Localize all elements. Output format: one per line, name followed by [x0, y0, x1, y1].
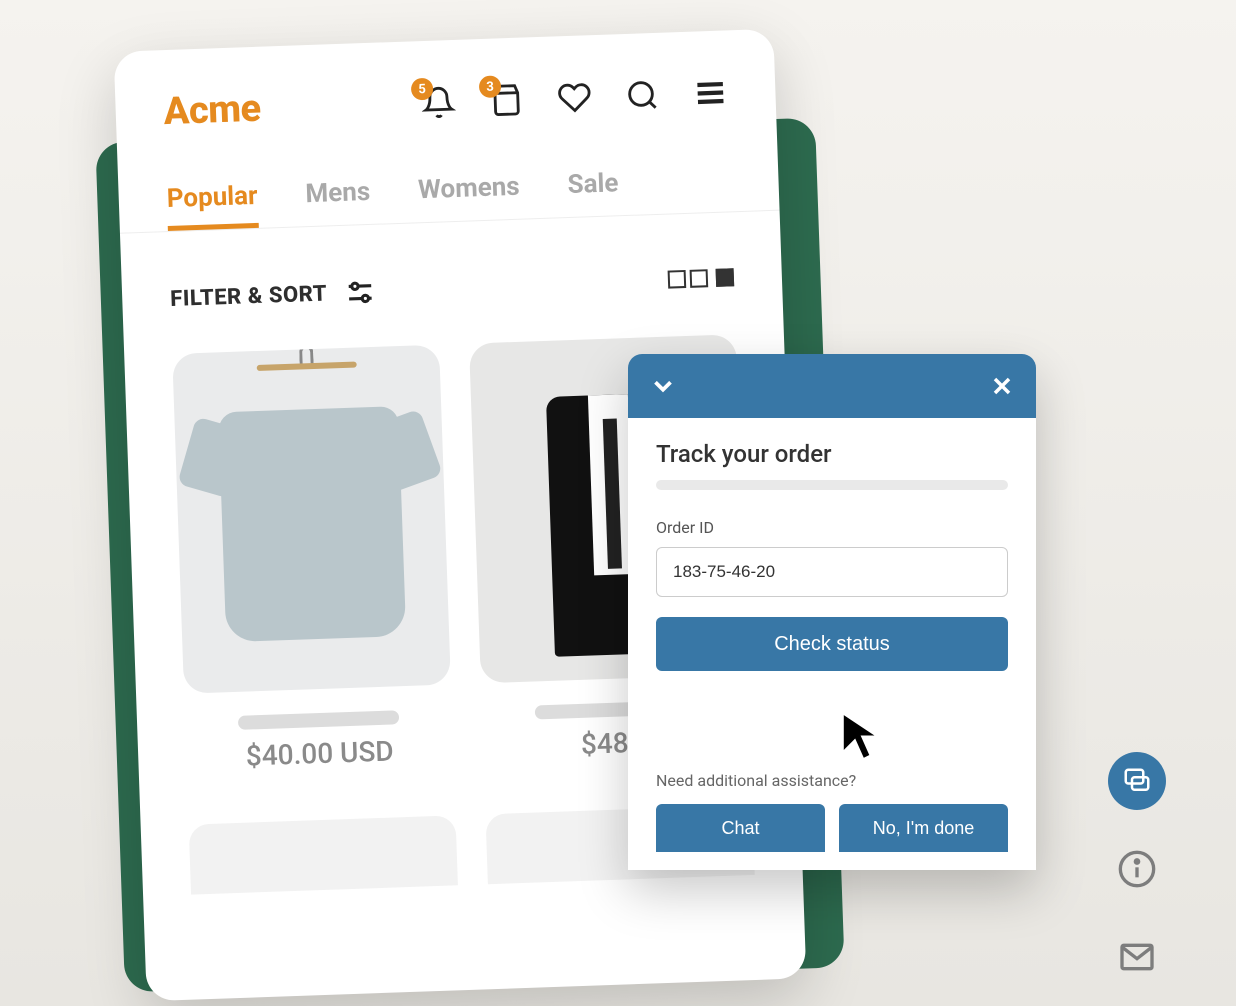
tab-womens[interactable]: Womens — [418, 172, 521, 223]
product-card-placeholder — [189, 815, 458, 894]
chat-widget: Track your order Order ID Check status N… — [628, 354, 1036, 870]
tab-sale[interactable]: Sale — [567, 168, 619, 217]
chevron-down-icon[interactable] — [648, 371, 678, 401]
view-toggle[interactable] — [668, 268, 735, 292]
mail-icon — [1117, 937, 1157, 977]
filter-sort-button[interactable]: FILTER & SORT — [170, 277, 376, 314]
open-chat-fab[interactable] — [1108, 752, 1166, 810]
favorites-button[interactable] — [557, 80, 592, 115]
search-button[interactable] — [625, 78, 660, 113]
tab-popular[interactable]: Popular — [166, 181, 258, 231]
check-status-button[interactable]: Check status — [656, 617, 1008, 671]
search-icon — [625, 78, 660, 113]
assistance-button-row: Chat No, I'm done — [656, 804, 1008, 852]
heart-icon — [557, 80, 592, 115]
product-title-placeholder — [238, 710, 399, 730]
product-card[interactable]: $40.00 USD — [172, 345, 454, 775]
order-id-input[interactable] — [656, 547, 1008, 597]
header-icon-group: 5 3 — [421, 75, 728, 120]
info-icon — [1117, 849, 1157, 889]
mail-fab[interactable] — [1108, 928, 1166, 986]
brand-logo[interactable]: Acme — [163, 87, 261, 134]
info-fab[interactable] — [1108, 840, 1166, 898]
sliders-icon — [345, 277, 376, 308]
done-button[interactable]: No, I'm done — [839, 804, 1008, 852]
chat-header — [628, 354, 1036, 418]
list-view-icon — [716, 268, 735, 291]
assistance-prompt: Need additional assistance? — [656, 771, 1008, 790]
grid-view-icon — [668, 269, 709, 292]
floating-action-buttons — [1108, 752, 1166, 986]
menu-button[interactable] — [693, 75, 728, 110]
chat-body: Track your order Order ID Check status N… — [628, 418, 1036, 870]
chat-button[interactable]: Chat — [656, 804, 825, 852]
chat-bubble-icon — [1122, 766, 1152, 796]
product-image — [172, 345, 451, 694]
chat-title: Track your order — [656, 440, 1008, 468]
tab-mens[interactable]: Mens — [305, 177, 371, 226]
close-icon[interactable] — [988, 372, 1016, 400]
hamburger-icon — [693, 75, 728, 110]
shopping-bag-button[interactable]: 3 — [489, 83, 524, 118]
order-id-label: Order ID — [656, 518, 1008, 537]
filter-sort-label: FILTER & SORT — [170, 281, 328, 311]
progress-bar — [656, 480, 1008, 490]
notifications-button[interactable]: 5 — [421, 85, 456, 120]
product-price: $40.00 USD — [245, 734, 394, 772]
